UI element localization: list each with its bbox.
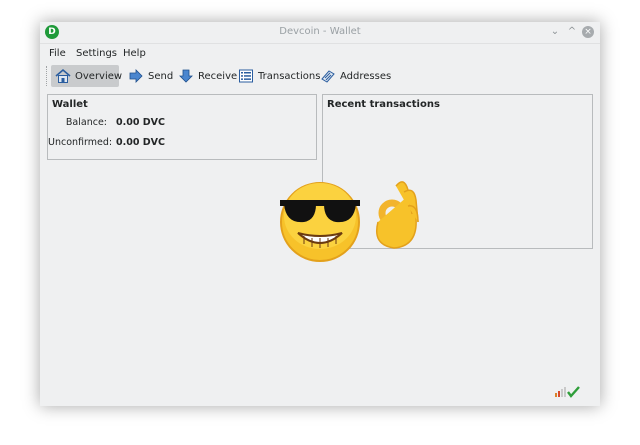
tab-addresses[interactable]: Addresses [316, 65, 391, 87]
recent-transactions-title: Recent transactions [327, 99, 440, 110]
unconfirmed-value: 0.00 DVC [116, 137, 165, 148]
balance-label: Balance: [65, 117, 107, 128]
menu-help[interactable]: Help [123, 48, 146, 59]
title-bar: D Devcoin - Wallet ⌄ ^ × [40, 22, 600, 44]
menu-file[interactable]: File [49, 48, 66, 59]
minimize-button[interactable]: ⌄ [549, 26, 561, 38]
receive-arrow-icon [179, 69, 193, 83]
address-book-icon [321, 70, 335, 83]
close-button[interactable]: × [582, 26, 594, 38]
list-icon [239, 69, 253, 83]
recent-transactions-panel: Recent transactions [322, 94, 593, 249]
send-arrow-icon [129, 69, 143, 83]
maximize-button[interactable]: ^ [566, 26, 578, 38]
unconfirmed-label: Unconfirmed: [48, 137, 113, 148]
tab-transactions[interactable]: Transactions [234, 65, 320, 87]
tab-overview-label: Overview [75, 70, 123, 82]
tab-receive-label: Receive [198, 70, 238, 82]
tab-send-label: Send [148, 70, 174, 82]
tab-overview[interactable]: Overview [51, 65, 123, 87]
status-area [552, 384, 582, 398]
home-icon [55, 68, 71, 83]
menu-bar: File Settings Help [40, 44, 600, 62]
wallet-panel: Wallet Balance: 0.00 DVC Unconfirmed: 0.… [47, 94, 317, 160]
checkmark-icon [567, 386, 580, 398]
menu-settings[interactable]: Settings [76, 48, 117, 59]
tab-receive[interactable]: Receive [174, 65, 237, 87]
toolbar-grip[interactable] [46, 66, 49, 86]
tab-transactions-label: Transactions [258, 70, 321, 82]
window-title: Devcoin - Wallet [279, 26, 361, 37]
balance-value: 0.00 DVC [116, 117, 165, 128]
app-window: D Devcoin - Wallet ⌄ ^ × File Settings H… [40, 22, 600, 406]
wallet-title: Wallet [52, 99, 88, 110]
tab-addresses-label: Addresses [340, 70, 392, 82]
main-toolbar: Overview Send Receive Transactions Addre… [40, 63, 600, 89]
tab-send[interactable]: Send [124, 65, 173, 87]
signal-bars-icon [555, 387, 566, 397]
